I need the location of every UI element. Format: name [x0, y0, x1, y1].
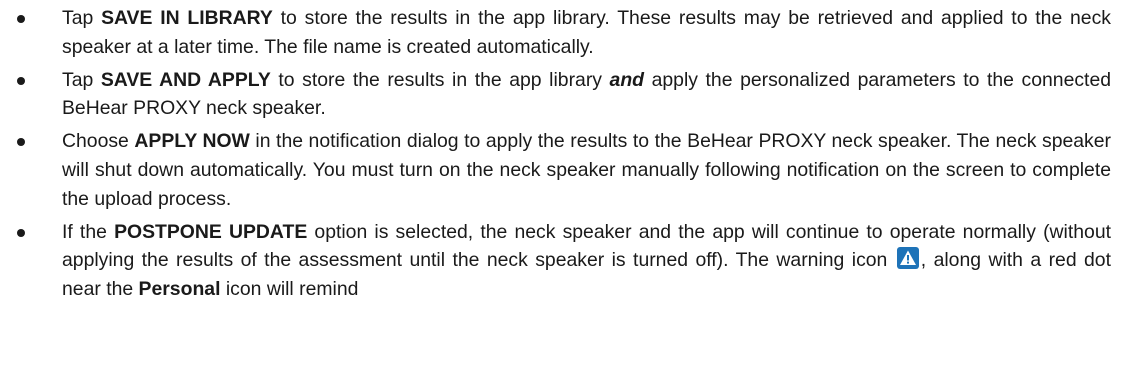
text: If the	[62, 220, 115, 243]
bullet-item-save-and-apply: Tap SAVE AND APPLY to store the results …	[0, 66, 1127, 124]
bullet-item-postpone-update: If the POSTPONE UPDATE option is selecte…	[0, 218, 1127, 304]
text: to store the results in the app library	[270, 68, 610, 91]
bold-term: POSTPONE UPDATE	[114, 220, 308, 243]
bold-term: SAVE AND APPLY	[100, 68, 271, 91]
bold-term: Personal	[138, 278, 221, 301]
text: Tap	[62, 7, 102, 29]
bullet-dot	[17, 138, 25, 147]
bullet-item-apply-now: Choose APPLY NOW in the notification dia…	[0, 127, 1127, 213]
text: icon will remind	[220, 278, 359, 301]
bold-term: APPLY NOW	[134, 130, 250, 153]
text: Choose	[62, 130, 135, 153]
document-page: Tap SAVE IN LIBRARY to store the results…	[0, 4, 1127, 382]
bullet-list: Tap SAVE IN LIBRARY to store the results…	[0, 4, 1127, 304]
bullet-dot	[17, 228, 25, 237]
warning-icon	[896, 247, 919, 270]
bullet-item-save-in-library: Tap SAVE IN LIBRARY to store the results…	[0, 4, 1127, 62]
bold-term: SAVE IN LIBRARY	[101, 7, 273, 29]
bullet-dot	[17, 15, 25, 23]
text: Tap	[62, 68, 101, 91]
bullet-dot	[17, 76, 25, 85]
emphasis: and	[609, 68, 645, 91]
